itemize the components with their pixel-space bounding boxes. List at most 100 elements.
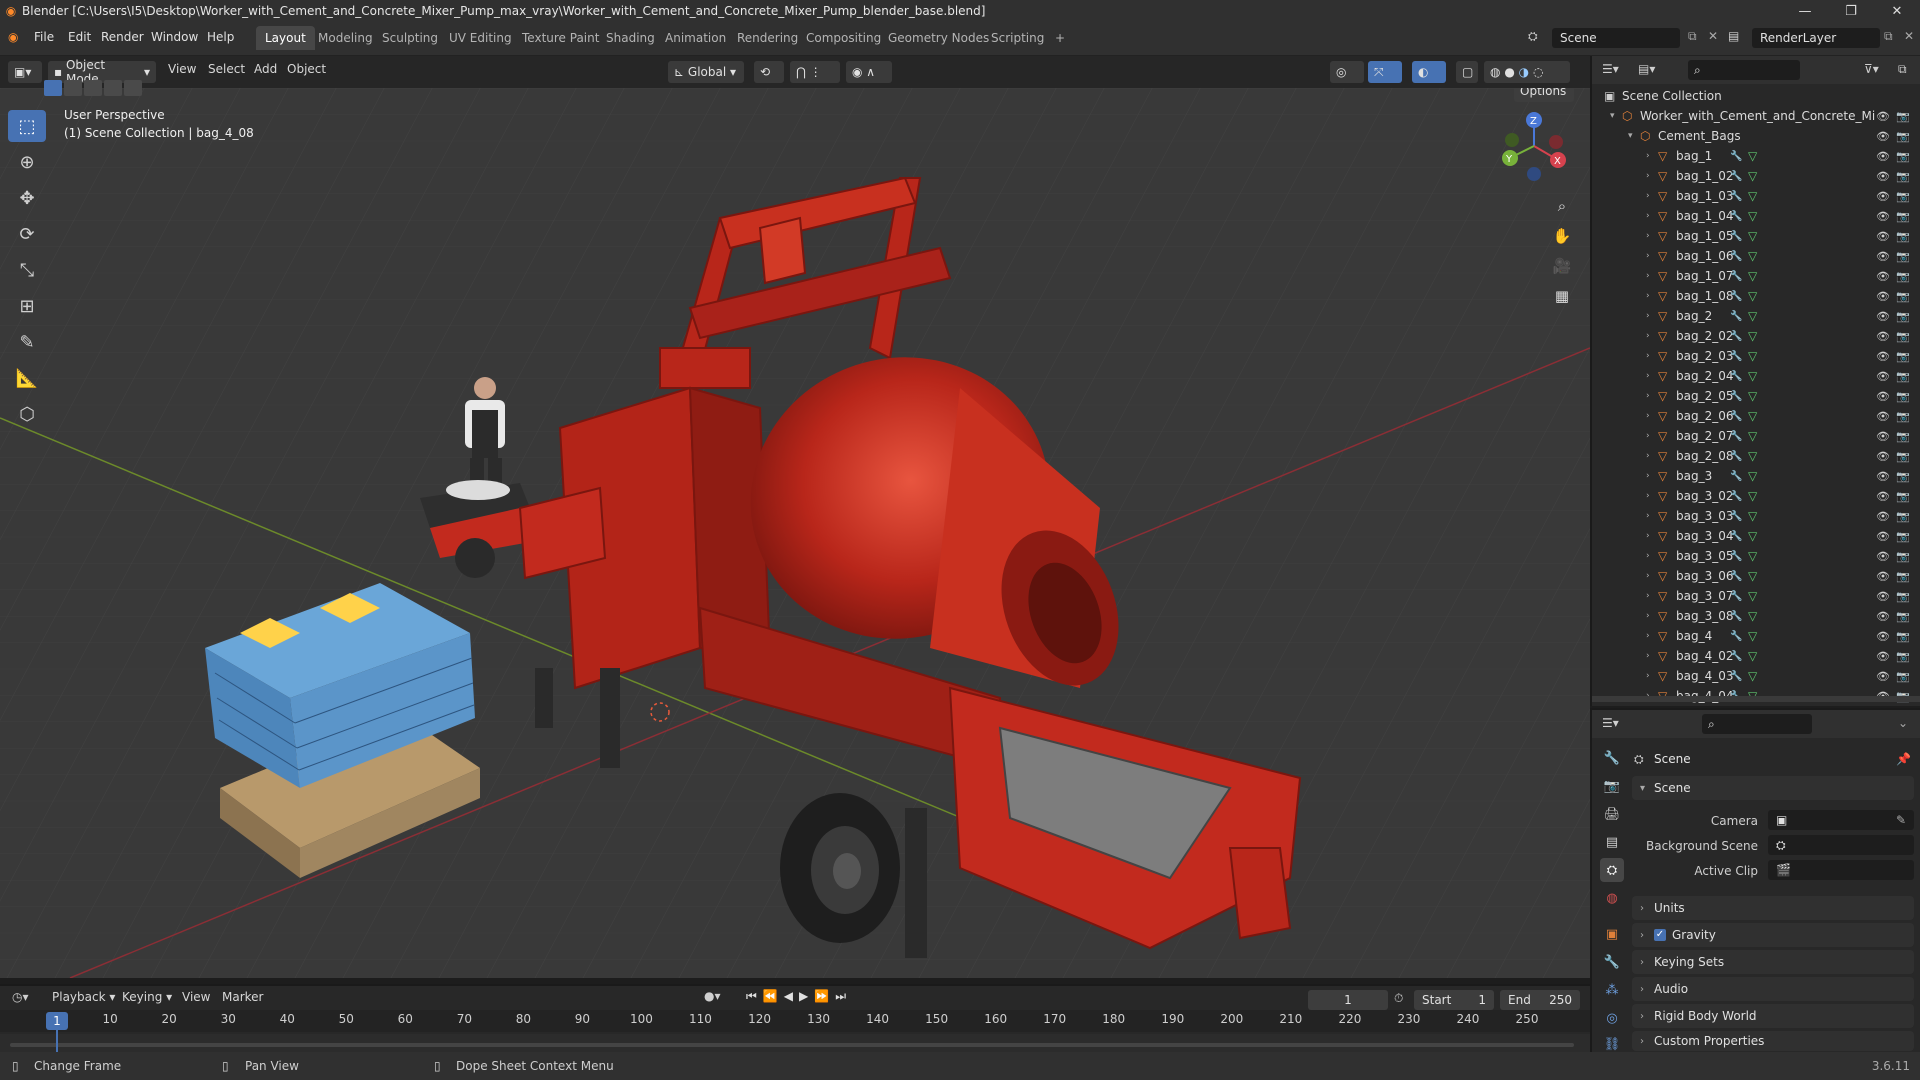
play-reverse-icon[interactable]: ◀	[784, 989, 799, 1003]
menu-select[interactable]: Select	[208, 62, 245, 76]
expand-right-icon[interactable]: ›	[1646, 251, 1650, 261]
menu-timeline-view[interactable]: View	[182, 990, 210, 1004]
panel-gravity[interactable]: › ✓ Gravity	[1632, 923, 1914, 947]
mesh-data-icon[interactable]: ▽	[1748, 369, 1757, 383]
prev-keyframe-icon[interactable]: ⏪	[763, 989, 784, 1003]
current-frame-field[interactable]: 1	[1308, 990, 1388, 1010]
visibility-eye-icon[interactable]: 👁	[1876, 530, 1890, 543]
cursor-icon[interactable]: ⊕	[8, 146, 46, 178]
visibility-eye-icon[interactable]: 👁	[1876, 510, 1890, 523]
tab-texture-paint[interactable]: Texture Paint	[513, 26, 608, 50]
modifier-tab-icon[interactable]: 🔧	[1600, 950, 1624, 974]
visibility-eye-icon[interactable]: 👁	[1876, 110, 1890, 123]
visibility-button[interactable]: ◎	[1330, 61, 1364, 83]
menu-view[interactable]: View	[168, 62, 196, 76]
render-camera-icon[interactable]: 📷	[1896, 310, 1910, 323]
outliner-scrollbar[interactable]	[1592, 696, 1920, 702]
outliner-object-row[interactable]: › ▽ bag_2_04 🔧 ▽ 👁 📷	[1592, 366, 1920, 386]
modifier-icon[interactable]: 🔧	[1730, 671, 1742, 682]
playback-controls[interactable]: ⏮⏪◀▶⏩⏭	[746, 989, 852, 1004]
select-box-icon[interactable]: ⬚	[8, 110, 46, 142]
add-workspace-button[interactable]: +	[1046, 26, 1074, 50]
mesh-data-icon[interactable]: ▽	[1748, 469, 1757, 483]
select-extend-icon[interactable]	[64, 80, 82, 96]
outliner-object-row[interactable]: › ▽ bag_1_02 🔧 ▽ 👁 📷	[1592, 166, 1920, 186]
render-camera-icon[interactable]: 📷	[1896, 330, 1910, 343]
expand-right-icon[interactable]: ›	[1646, 191, 1650, 201]
outliner-object-row[interactable]: › ▽ bag_3 🔧 ▽ 👁 📷	[1592, 466, 1920, 486]
new-scene-icon[interactable]: ⧉	[1688, 29, 1697, 44]
visibility-eye-icon[interactable]: 👁	[1876, 310, 1890, 323]
expand-right-icon[interactable]: ›	[1646, 411, 1650, 421]
playhead-line[interactable]	[56, 1030, 58, 1052]
mesh-data-icon[interactable]: ▽	[1748, 149, 1757, 163]
tab-scripting[interactable]: Scripting	[982, 26, 1053, 50]
outliner-object-row[interactable]: › ▽ bag_1_04 🔧 ▽ 👁 📷	[1592, 206, 1920, 226]
remove-renderlayer-icon[interactable]: ✕	[1904, 29, 1914, 43]
visibility-eye-icon[interactable]: 👁	[1876, 570, 1890, 583]
outliner-object-row[interactable]: › ▽ bag_4 🔧 ▽ 👁 📷	[1592, 626, 1920, 646]
outliner-object-row[interactable]: › ▽ bag_3_06 🔧 ▽ 👁 📷	[1592, 566, 1920, 586]
render-camera-icon[interactable]: 📷	[1896, 450, 1910, 463]
scale-icon[interactable]: ⤡	[8, 254, 46, 286]
rendered-icon[interactable]: ◌	[1533, 65, 1543, 79]
3d-viewport[interactable]: User Perspective (1) Scene Collection | …	[0, 88, 1590, 978]
modifier-icon[interactable]: 🔧	[1730, 471, 1742, 482]
mesh-data-icon[interactable]: ▽	[1748, 309, 1757, 323]
close-button[interactable]: ✕	[1874, 0, 1920, 22]
panel-scene-header[interactable]: ▾ Scene	[1632, 776, 1914, 800]
menu-render[interactable]: Render	[101, 30, 144, 44]
perspective-toggle-icon[interactable]: ▦	[1548, 282, 1576, 310]
render-camera-icon[interactable]: 📷	[1896, 170, 1910, 183]
start-frame-field[interactable]: Start 1	[1414, 990, 1494, 1010]
modifier-icon[interactable]: 🔧	[1730, 331, 1742, 342]
render-camera-icon[interactable]: 📷	[1896, 650, 1910, 663]
expand-down-icon[interactable]: ▾	[1628, 131, 1633, 141]
visibility-eye-icon[interactable]: 👁	[1876, 490, 1890, 503]
annotate-icon[interactable]: ✎	[8, 326, 46, 358]
mesh-data-icon[interactable]: ▽	[1748, 289, 1757, 303]
expand-right-icon[interactable]: ›	[1646, 151, 1650, 161]
pivot-point-button[interactable]: ⟲	[754, 61, 784, 83]
xray-button[interactable]: ▢	[1456, 61, 1478, 83]
mesh-data-icon[interactable]: ▽	[1748, 169, 1757, 183]
minimize-button[interactable]: —	[1782, 0, 1828, 22]
mesh-data-icon[interactable]: ▽	[1748, 609, 1757, 623]
outliner-object-row[interactable]: › ▽ bag_1_05 🔧 ▽ 👁 📷	[1592, 226, 1920, 246]
expand-right-icon[interactable]: ›	[1646, 551, 1650, 561]
material-preview-icon[interactable]: ◑	[1519, 65, 1529, 79]
visibility-eye-icon[interactable]: 👁	[1876, 290, 1890, 303]
visibility-eye-icon[interactable]: 👁	[1876, 450, 1890, 463]
mesh-data-icon[interactable]: ▽	[1748, 569, 1757, 583]
rotate-icon[interactable]: ⟳	[8, 218, 46, 250]
outliner-editor-icon[interactable]: ☰▾	[1602, 62, 1619, 76]
tool-tab-icon[interactable]: 🔧	[1600, 746, 1624, 770]
overlay-toggle-button[interactable]: ◐	[1412, 61, 1446, 83]
scene-tab-icon[interactable]: ⛭	[1600, 858, 1624, 882]
playhead-frame-indicator[interactable]: 1	[46, 1012, 68, 1030]
tab-shading[interactable]: Shading	[597, 26, 664, 50]
mesh-data-icon[interactable]: ▽	[1748, 389, 1757, 403]
new-collection-icon[interactable]: ⧉	[1898, 62, 1907, 77]
render-camera-icon[interactable]: 📷	[1896, 530, 1910, 543]
render-camera-icon[interactable]: 📷	[1896, 490, 1910, 503]
expand-right-icon[interactable]: ›	[1646, 591, 1650, 601]
proportional-editing-button[interactable]: ◉ ∧	[846, 61, 892, 83]
expand-right-icon[interactable]: ›	[1646, 431, 1650, 441]
outliner-object-row[interactable]: › ▽ bag_1_08 🔧 ▽ 👁 📷	[1592, 286, 1920, 306]
expand-right-icon[interactable]: ›	[1646, 171, 1650, 181]
expand-right-icon[interactable]: ›	[1646, 331, 1650, 341]
remove-scene-icon[interactable]: ✕	[1708, 29, 1718, 43]
mesh-data-icon[interactable]: ▽	[1748, 189, 1757, 203]
modifier-icon[interactable]: 🔧	[1730, 491, 1742, 502]
mesh-data-icon[interactable]: ▽	[1748, 549, 1757, 563]
expand-right-icon[interactable]: ›	[1646, 671, 1650, 681]
visibility-eye-icon[interactable]: 👁	[1876, 130, 1890, 143]
object-tab-icon[interactable]: ▣	[1600, 922, 1624, 946]
render-camera-icon[interactable]: 📷	[1896, 250, 1910, 263]
render-camera-icon[interactable]: 📷	[1896, 290, 1910, 303]
modifier-icon[interactable]: 🔧	[1730, 251, 1742, 262]
modifier-icon[interactable]: 🔧	[1730, 651, 1742, 662]
mesh-data-icon[interactable]: ▽	[1748, 269, 1757, 283]
render-camera-icon[interactable]: 📷	[1896, 550, 1910, 563]
